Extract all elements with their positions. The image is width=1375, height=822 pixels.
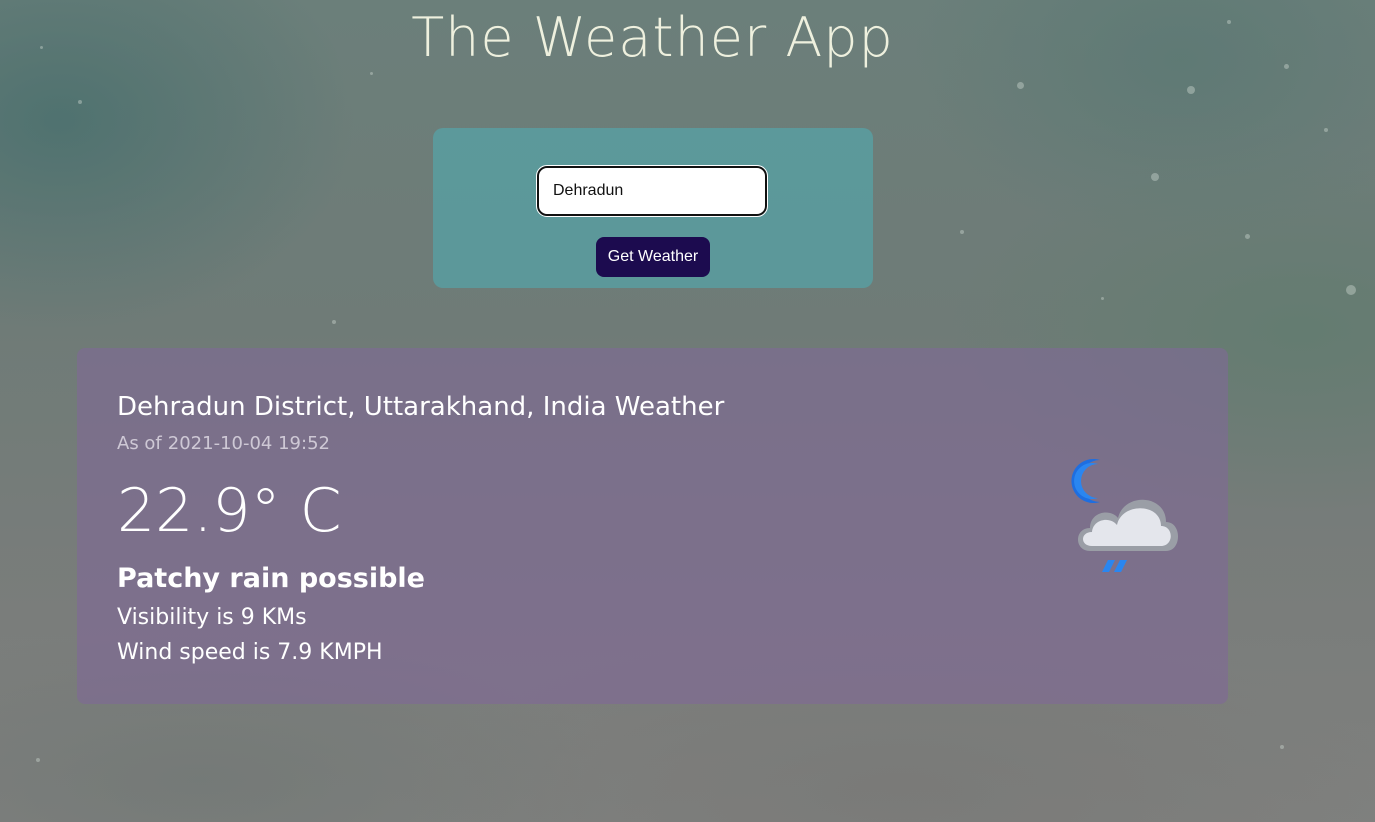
background-speck bbox=[1101, 297, 1104, 300]
background-speck bbox=[36, 758, 40, 762]
background-speck bbox=[1187, 86, 1195, 94]
background-speck bbox=[332, 320, 336, 324]
city-search-input[interactable] bbox=[536, 165, 768, 217]
as-of-value: 2021-10-04 19:52 bbox=[167, 433, 330, 454]
temperature-value: 22.9 bbox=[117, 476, 251, 546]
visibility-text: Visibility is 9 KMs bbox=[117, 605, 307, 630]
weather-condition: Patchy rain possible bbox=[117, 563, 425, 594]
background-speck bbox=[960, 230, 964, 234]
timestamp: As of 2021-10-04 19:52 bbox=[117, 433, 330, 454]
weather-card: Dehradun District, Uttarakhand, India We… bbox=[77, 348, 1228, 704]
as-of-label: As of bbox=[117, 433, 162, 454]
background-speck bbox=[1017, 82, 1024, 89]
wind-speed-text: Wind speed is 7.9 KMPH bbox=[117, 640, 383, 665]
background-speck bbox=[1245, 234, 1250, 239]
background-speck bbox=[1280, 745, 1284, 749]
background-speck bbox=[1324, 128, 1328, 132]
background-speck bbox=[1346, 285, 1356, 295]
page-title: The Weather App bbox=[411, 6, 894, 69]
location-heading: Dehradun District, Uttarakhand, India We… bbox=[117, 392, 725, 422]
get-weather-button[interactable]: Get Weather bbox=[596, 237, 710, 277]
moon-cloud-rain-icon bbox=[1071, 459, 1178, 572]
temperature: 22.9° C bbox=[117, 476, 342, 546]
temperature-unit: ° C bbox=[250, 476, 342, 546]
background-speck bbox=[370, 72, 373, 75]
search-panel: Get Weather bbox=[433, 128, 873, 288]
background-speck bbox=[1151, 173, 1159, 181]
background-speck bbox=[78, 100, 82, 104]
